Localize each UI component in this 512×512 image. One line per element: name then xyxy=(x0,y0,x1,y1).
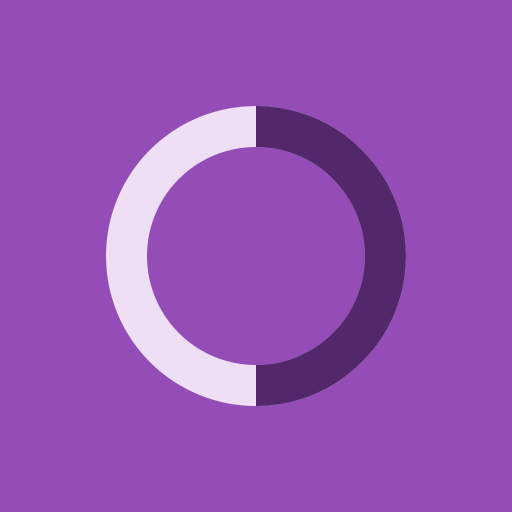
background xyxy=(0,0,512,512)
progress-ring xyxy=(0,0,512,512)
progress-ring-svg xyxy=(0,0,512,512)
app-screen xyxy=(0,0,512,512)
